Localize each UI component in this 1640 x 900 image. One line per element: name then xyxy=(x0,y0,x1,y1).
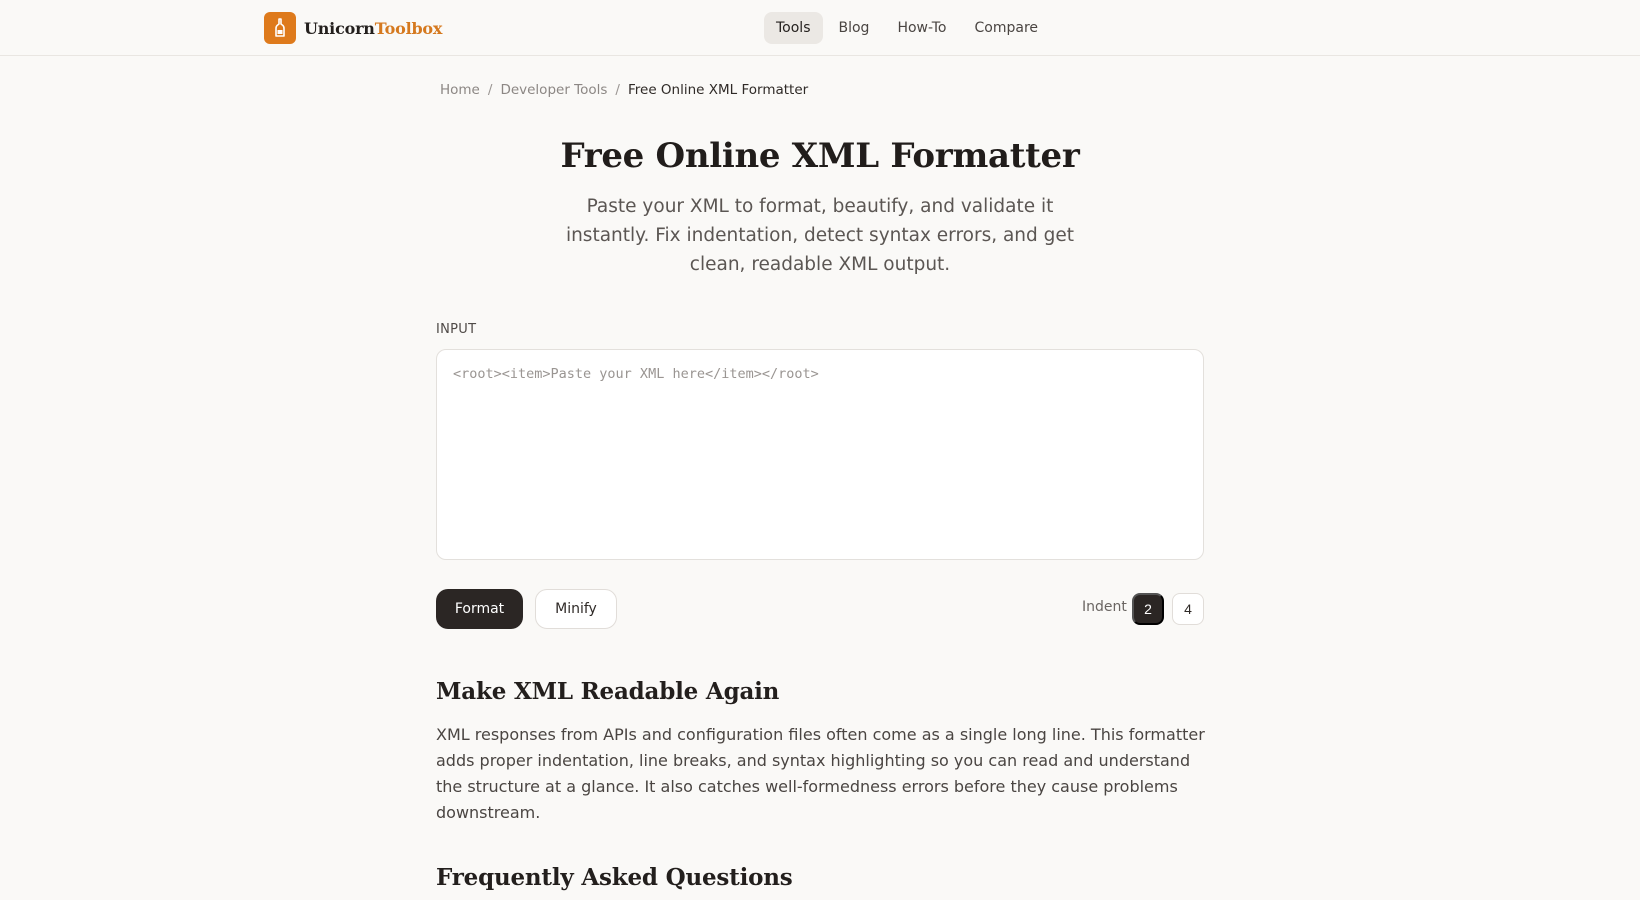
top-navigation-bar: UnicornToolbox Tools Blog How-To Compare xyxy=(0,0,1640,56)
indent-option-2[interactable]: 2 xyxy=(1132,593,1164,625)
page-title: Free Online XML Formatter xyxy=(560,136,1080,176)
input-label: INPUT xyxy=(436,322,477,337)
nav-item-tools[interactable]: Tools xyxy=(764,12,823,44)
nav-item-compare[interactable]: Compare xyxy=(963,12,1051,44)
brand-name-accent: Toolbox xyxy=(374,18,443,38)
main-nav: Tools Blog How-To Compare xyxy=(764,12,1050,44)
xml-input-textarea[interactable] xyxy=(436,349,1204,560)
breadcrumb: Home / Developer Tools / Free Online XML… xyxy=(440,82,808,98)
indent-option-4[interactable]: 4 xyxy=(1172,593,1204,625)
format-button[interactable]: Format xyxy=(436,589,523,629)
breadcrumb-current: Free Online XML Formatter xyxy=(627,82,809,98)
indent-label: Indent xyxy=(1082,599,1127,615)
brand-name-primary: Unicorn xyxy=(304,18,375,38)
brand-logo-link[interactable]: UnicornToolbox xyxy=(264,12,442,44)
faq-heading: Frequently Asked Questions xyxy=(436,864,793,891)
breadcrumb-developer-tools[interactable]: Developer Tools xyxy=(500,82,607,98)
section-paragraph: XML responses from APIs and configuratio… xyxy=(436,725,1205,822)
breadcrumb-separator: / xyxy=(615,82,620,98)
bottle-icon xyxy=(264,12,296,44)
nav-item-blog[interactable]: Blog xyxy=(827,12,882,44)
page-subtitle: Paste your XML to format, beautify, and … xyxy=(565,196,1075,275)
nav-item-how-to[interactable]: How-To xyxy=(885,12,958,44)
breadcrumb-separator: / xyxy=(487,82,493,98)
brand-name: UnicornToolbox xyxy=(304,19,442,38)
section-heading: Make XML Readable Again xyxy=(436,678,780,705)
breadcrumb-home[interactable]: Home xyxy=(440,82,480,98)
minify-button[interactable]: Minify xyxy=(535,589,617,629)
